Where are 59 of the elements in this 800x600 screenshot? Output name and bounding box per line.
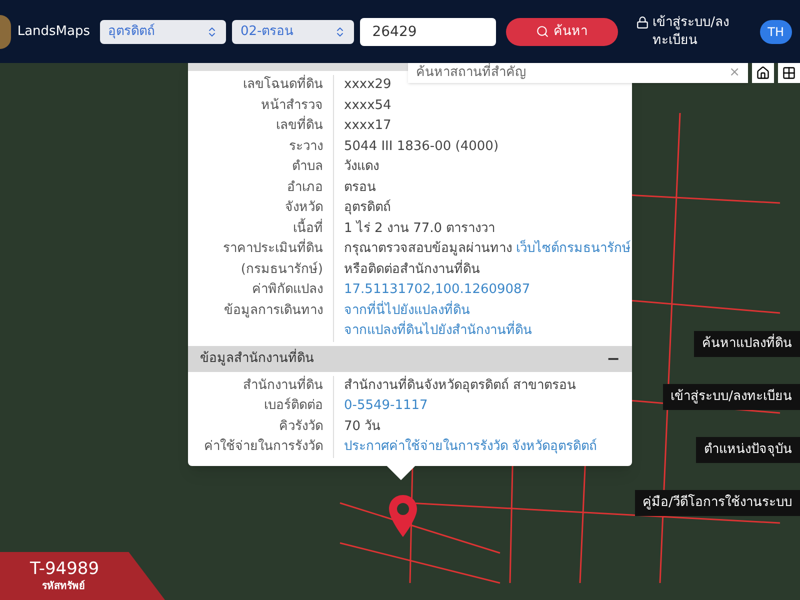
- info-value: 1 ไร่ 2 งาน 77.0 ตารางวา: [344, 219, 496, 238]
- section-title: ข้อมูลสำนักงานที่ดิน: [200, 348, 314, 368]
- home-icon: [756, 66, 770, 80]
- info-value: วังแดง: [344, 158, 379, 176]
- info-label: หน้าสำรวจ: [260, 96, 324, 114]
- place-search-field[interactable]: ค้นหาสถานที่สำคัญ ×: [408, 63, 748, 83]
- info-label: ค่าพิกัดแปลง: [251, 281, 324, 299]
- map-menu-button[interactable]: ค้นหาแปลงที่ดิน: [694, 331, 800, 357]
- info-label: จังหวัด: [284, 199, 324, 217]
- info-link[interactable]: เว็บไซต์กรมธนารักษ์: [516, 239, 631, 260]
- map-menu-button[interactable]: คู่มือ/วีดีโอการใช้งานระบบ: [634, 490, 800, 516]
- lock-icon: [636, 16, 649, 28]
- info-value: สำนักงานที่ดินจังหวัดอุตรดิตถ์ สาขาตรอน: [344, 376, 576, 394]
- info-label: (กรมธนารักษ์): [240, 260, 324, 278]
- language-button[interactable]: TH: [760, 20, 792, 44]
- search-button[interactable]: ค้นหา: [506, 18, 618, 46]
- info-label: ค่าใช้จ่ายในการรังวัด: [203, 438, 324, 456]
- info-link[interactable]: จากที่นี่ไปยังแปลงที่ดิน: [344, 300, 470, 321]
- brand-name: LandsMaps: [17, 22, 90, 41]
- info-value: อุตรดิตถ์: [344, 198, 391, 217]
- property-code-label: รหัสทรัพย์: [41, 579, 85, 594]
- district-select[interactable]: 02-ตรอน: [232, 20, 354, 44]
- map-menu-button[interactable]: ตำแหน่งปัจจุบัน: [696, 437, 800, 463]
- map-menu-button[interactable]: เข้าสู่ระบบ/ลงทะเบียน: [662, 384, 800, 410]
- info-value: xxxx17: [344, 117, 392, 135]
- info-label: เลขโฉนดที่ดิน: [188, 75, 333, 96]
- info-link[interactable]: 0-5549-1117: [344, 396, 428, 416]
- collapse-button[interactable]: −: [606, 346, 620, 370]
- parcel-number-field[interactable]: 26429: [360, 18, 496, 46]
- search-icon: [536, 25, 550, 38]
- info-value: หรือติดต่อสำนักงานที่ดิน: [344, 260, 480, 278]
- info-link[interactable]: ประกาศค่าใช้จ่ายในการรังวัด จังหวัดอุตรดิตถ์: [344, 437, 598, 458]
- home-button[interactable]: [752, 63, 774, 83]
- clear-button[interactable]: ×: [729, 63, 740, 83]
- info-label: เนื้อที่: [188, 218, 333, 239]
- map-pin-icon: [389, 495, 417, 537]
- info-link[interactable]: จากแปลงที่ดินไปยังสำนักงานที่ดิน: [344, 321, 532, 342]
- info-label: อำเภอ: [286, 178, 324, 196]
- info-value: xxxx29: [344, 76, 392, 94]
- info-value: xxxx54: [344, 96, 392, 114]
- info-value: ตรอน: [344, 178, 376, 196]
- info-label: ตำบล: [291, 158, 324, 176]
- info-label: เลขที่ดิน: [188, 116, 333, 136]
- info-value: 5044 III 1836-00 (4000): [344, 138, 499, 156]
- logo-icon: [0, 14, 12, 48]
- info-value: กรุณาตรวจสอบข้อมูลผ่านทาง: [344, 240, 512, 258]
- grid-icon: [782, 66, 796, 80]
- info-label: ระวาง: [288, 138, 324, 156]
- grid-button[interactable]: [778, 63, 800, 83]
- info-link[interactable]: 17.51131702,100.12609087: [344, 280, 530, 300]
- info-value: 70 วัน: [344, 418, 381, 436]
- login-link[interactable]: เข้าสู่ระบบ/ลงทะเบียน: [636, 14, 754, 50]
- info-label: คิวรังวัด: [278, 418, 324, 436]
- info-label: ราคาประเมินที่ดิน: [188, 239, 333, 260]
- property-code: T-94989: [30, 558, 100, 578]
- info-label: สำนักงานที่ดิน: [242, 376, 324, 394]
- info-label: ข้อมูลการเดินทาง: [223, 302, 324, 320]
- province-select[interactable]: อุตรดิตถ์: [100, 20, 226, 44]
- info-label: เบอร์ติดต่อ: [263, 396, 324, 415]
